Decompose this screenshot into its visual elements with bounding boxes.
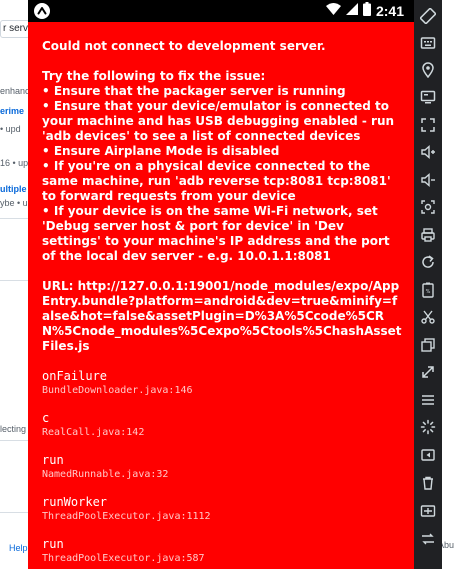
stack-frame-method: runWorker	[42, 495, 108, 509]
print-icon[interactable]	[418, 225, 438, 245]
location-icon[interactable]	[418, 60, 438, 80]
status-icons: 2:41	[325, 1, 404, 21]
more-icon[interactable]	[418, 529, 438, 549]
screen-icon[interactable]	[418, 87, 438, 107]
error-tip: • Ensure that your device/emulator is co…	[42, 99, 395, 143]
error-message: Try the following to fix the issue: • En…	[42, 69, 402, 264]
error-tip: • Ensure Airplane Mode is disabled	[42, 144, 280, 158]
stack-frame-file: RealCall.java:142	[42, 427, 145, 438]
error-url: URL: http://127.0.0.1:19001/node_modules…	[42, 279, 402, 353]
svg-text:%: %	[426, 289, 431, 295]
signal-icon	[345, 2, 358, 20]
error-intro: Try the following to fix the issue:	[42, 69, 266, 83]
status-time: 2:41	[375, 3, 404, 19]
emulator-screen: 2:41 Could not connect to development se…	[28, 0, 414, 569]
stack-frame[interactable]: run ThreadPoolExecutor.java:587	[42, 536, 402, 566]
rotate-icon[interactable]	[418, 6, 438, 26]
error-tip: • Ensure that the packager server is run…	[42, 84, 346, 98]
bg-text-fragment: ybe • upd	[0, 198, 28, 208]
stack-frame[interactable]: runWorker ThreadPoolExecutor.java:1112	[42, 494, 402, 524]
bg-text-fragment: lecting	[0, 424, 27, 434]
resize-icon[interactable]	[418, 362, 438, 382]
stack-frame[interactable]: c RealCall.java:142	[42, 410, 402, 440]
loading-icon[interactable]	[418, 417, 438, 437]
bg-link-fragment[interactable]: erime	[0, 106, 28, 116]
divider	[0, 218, 28, 219]
divider	[0, 440, 28, 441]
bg-link-fragment[interactable]: ultiple	[0, 184, 28, 194]
stack-frame-method: run	[42, 537, 64, 551]
bg-text-fragment: enhanco	[0, 86, 28, 96]
bg-text-fragment: 16 • upd	[0, 158, 28, 168]
error-url-block: URL: http://127.0.0.1:19001/node_modules…	[42, 279, 402, 354]
error-tip: • If you're on a physical device connect…	[42, 159, 391, 203]
reload-icon[interactable]	[418, 252, 438, 272]
stack-frame-file: BundleDownloader.java:146	[42, 385, 193, 396]
scissors-icon[interactable]	[418, 307, 438, 327]
stack-frame-method: c	[42, 411, 50, 425]
status-bar: 2:41	[28, 0, 414, 22]
media-icon[interactable]	[418, 501, 438, 521]
volume-up-icon[interactable]	[418, 142, 438, 162]
battery-status-icon	[362, 1, 371, 21]
keyboard-icon[interactable]	[418, 33, 438, 53]
wifi-icon	[325, 2, 341, 20]
divider	[0, 512, 28, 513]
menu-icon[interactable]	[418, 390, 438, 410]
bg-search-fragment[interactable]: r serv	[0, 20, 30, 38]
trash-icon[interactable]	[418, 473, 438, 493]
back-icon[interactable]	[418, 445, 438, 465]
redbox-error-screen[interactable]: Could not connect to development server.…	[28, 22, 414, 569]
stack-frame[interactable]: run NamedRunnable.java:32	[42, 452, 402, 482]
emulator-toolbar: %	[414, 0, 442, 569]
layers-icon[interactable]	[418, 335, 438, 355]
divider	[0, 280, 28, 281]
error-tip: • If your device is on the same Wi-Fi ne…	[42, 204, 390, 263]
stack-frame-method: run	[42, 453, 64, 467]
stack-frame-method: onFailure	[42, 369, 108, 383]
stack-frame-file: ThreadPoolExecutor.java:1112	[42, 511, 211, 522]
stack-frame[interactable]: onFailure BundleDownloader.java:146	[42, 368, 402, 398]
stack-frame-file: NamedRunnable.java:32	[42, 469, 169, 480]
screenshot-icon[interactable]	[418, 197, 438, 217]
a-icon	[34, 3, 50, 19]
stack-frame-file: ThreadPoolExecutor.java:587	[42, 553, 205, 564]
volume-down-icon[interactable]	[418, 170, 438, 190]
battery-icon[interactable]: %	[418, 280, 438, 300]
error-title: Could not connect to development server.	[42, 39, 326, 53]
bg-text-fragment: • upd	[0, 124, 21, 134]
stack-trace: onFailure BundleDownloader.java:146 c Re…	[42, 368, 402, 566]
fullscreen-icon[interactable]	[418, 115, 438, 135]
